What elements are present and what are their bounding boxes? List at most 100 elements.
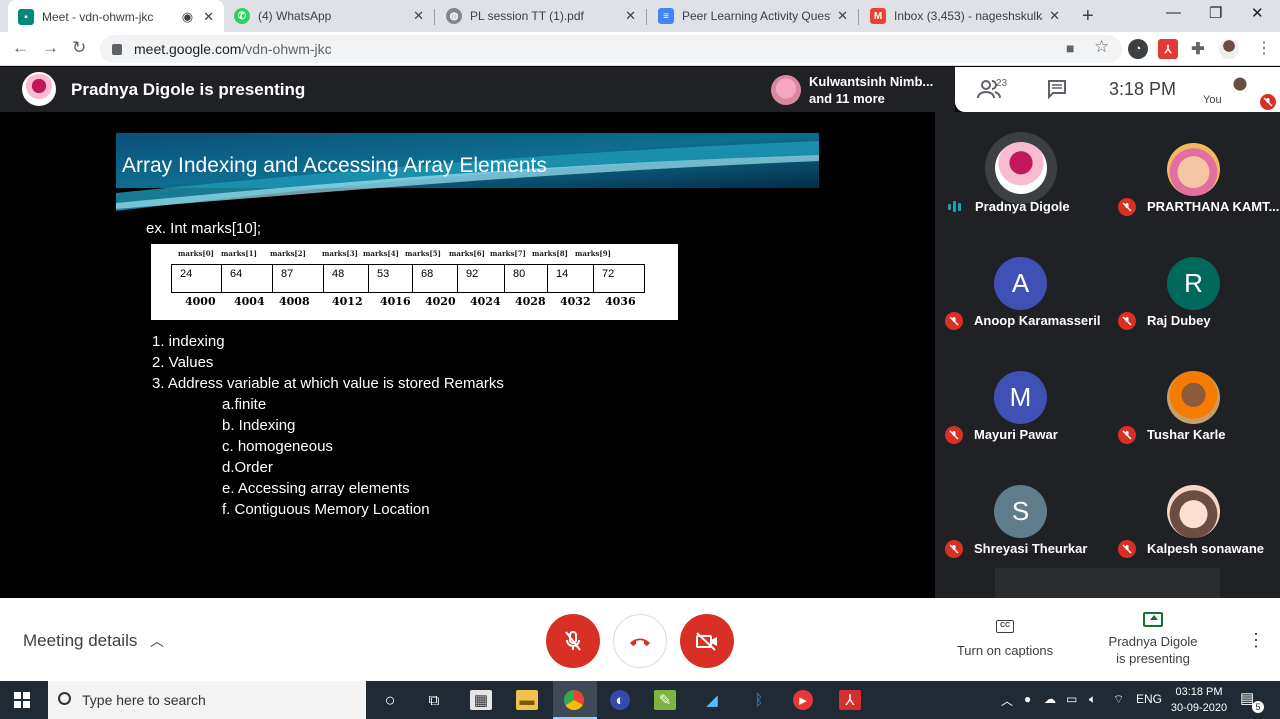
participant-tile[interactable]: S Shreyasi Theurkar [935,454,1107,568]
tab-separator [858,9,859,25]
participant-tile[interactable]: A Anoop Karamasseril [935,226,1107,340]
array-cell: 87 [273,265,324,292]
participant-tile[interactable]: Pradnya Digole [935,112,1107,226]
participant-name: Raj Dubey [1147,313,1211,328]
file-explorer-icon[interactable]: ▬ [516,690,538,710]
taskbar-search[interactable]: Type here to search [48,681,366,719]
menu-icon[interactable]: ⋮ [1256,38,1272,58]
avatar: S [994,485,1047,538]
address-label: 4012 [332,295,363,308]
close-tab-icon[interactable]: ✕ [1049,8,1060,24]
chevron-up-icon[interactable]: ︿ [150,631,164,651]
media-player-icon[interactable]: ▸ [793,690,813,710]
store-icon[interactable]: ▦ [470,690,492,710]
mic-toggle-button[interactable] [546,614,600,668]
cortana-icon[interactable]: ○ [379,690,401,710]
mic-off-icon [1118,540,1136,558]
address-bar[interactable]: meet.google.com /vdn-ohwm-jkc [100,35,1122,63]
lock-icon [112,43,122,55]
participant-tile[interactable]: M Mayuri Pawar [935,340,1107,454]
close-tab-icon[interactable]: ✕ [203,9,214,25]
avatar [1167,485,1220,538]
gmail-icon: M [870,8,886,24]
browser-toolbar: ← → ↻ meet.google.com /vdn-ohwm-jkc ■ ☆ … [0,32,1280,66]
docs-icon: ≡ [658,8,674,24]
whatsapp-icon: ✆ [234,8,250,24]
pdf-extension-icon[interactable]: ⅄ [1158,39,1178,59]
presenting-button[interactable]: Pradnya Digole is presenting [1100,612,1206,667]
tab-meet[interactable]: ▪ Meet - vdn-ohwm-jkc ◉ ✕ [8,0,224,34]
back-icon[interactable]: ← [12,38,29,58]
array-cell: 72 [602,268,615,280]
camera-icon[interactable]: ■ [1066,40,1074,56]
wifi-icon[interactable]: ⌔ [1113,692,1124,707]
volume-icon[interactable]: 🔈︎ [1089,692,1096,707]
minimize-icon[interactable]: — [1166,4,1181,21]
eclipse-icon[interactable]: ◐ [610,690,630,710]
participant-tile[interactable]: PRARTHANA KAMT... [1108,112,1280,226]
url-path: /vdn-ohwm-jkc [241,41,332,57]
close-tab-icon[interactable]: ✕ [625,8,636,24]
tab-title: Inbox (3,453) - nageshskulkarn [894,9,1044,23]
tab-forms[interactable]: ≡ Peer Learning Activity Question ✕ [648,0,858,32]
participant-tile[interactable]: Kalpesh sonawane [1108,454,1280,568]
meeting-details-button[interactable]: Meeting details [23,631,137,651]
chat-icon[interactable] [1047,79,1067,105]
presenting-line2: is presenting [1116,651,1190,666]
new-tab-button[interactable]: + [1082,5,1094,28]
slide-sublist: a.finite b. Indexing c. homogeneous d.Or… [222,394,430,520]
address-label: 4032 [560,295,591,308]
close-window-icon[interactable]: ✕ [1251,4,1264,22]
tab-title: Meet - vdn-ohwm-jkc [42,10,154,24]
array-cell: 53 [369,265,413,292]
tab-separator [646,9,647,25]
array-diagram: marks[0] marks[1] marks[2] marks[3] mark… [151,244,678,320]
profile-avatar[interactable] [1219,39,1239,59]
other-participants-chip[interactable]: Kulwantsinh Nimb... and 11 more [765,67,955,112]
cc-icon: CC [996,620,1014,633]
avatar [1167,143,1220,196]
mic-off-icon [1118,198,1136,216]
participant-tile[interactable]: R Raj Dubey [1108,226,1280,340]
notepad-plus-icon[interactable]: ✎ [654,690,676,710]
extension-icon[interactable]: ◔ [1128,39,1148,59]
language-indicator[interactable]: ENG [1136,692,1162,706]
bluetooth-icon[interactable]: ᛒ [748,690,770,710]
close-tab-icon[interactable]: ✕ [837,8,848,24]
camera-toggle-button[interactable] [680,614,734,668]
battery-icon[interactable]: ▭ [1066,692,1077,706]
mic-off-icon [945,312,963,330]
array-cell: 48 [324,265,369,292]
chrome-icon [564,690,584,710]
presenter-avatar [22,72,56,106]
tray-chevron-icon[interactable]: ︿ [1001,692,1013,709]
forward-icon[interactable]: → [42,38,59,58]
tab-title: (4) WhatsApp [258,9,332,23]
remote-desktop-icon[interactable]: ◢ [701,690,723,710]
present-screen-icon [1143,612,1163,627]
maximize-icon[interactable]: ❐ [1209,4,1222,22]
windows-taskbar: Type here to search ○ ⧉ ▦ ▬ ◐ ✎ ◢ ᛒ ▸ ⅄ … [0,681,1280,719]
acrobat-icon[interactable]: ⅄ [839,690,861,710]
star-icon[interactable]: ☆ [1094,37,1109,57]
participant-tile[interactable]: Tushar Karle [1108,340,1280,454]
mic-off-icon [945,426,963,444]
task-view-icon[interactable]: ⧉ [423,690,445,710]
participant-count: 23 [996,78,1008,89]
address-label: 4016 [380,295,411,308]
more-options-icon[interactable]: ⋮ [1247,630,1265,651]
leave-call-button[interactable] [613,614,667,668]
self-avatar[interactable] [1227,75,1253,101]
taskbar-clock[interactable]: 03:18 PM 30-09-2020 [1170,684,1228,716]
windows-start-icon[interactable] [14,692,30,708]
close-tab-icon[interactable]: ✕ [413,8,424,24]
puzzle-icon[interactable]: ✚ [1188,39,1208,59]
tab-whatsapp[interactable]: ✆ (4) WhatsApp ✕ [224,0,434,32]
tab-pdf[interactable]: ◍ PL session TT (1).pdf ✕ [436,0,646,32]
tray-cloud-icon[interactable]: ☁ [1044,692,1056,706]
tray-mic-icon[interactable]: ● [1024,692,1031,706]
captions-label: Turn on captions [956,643,1054,658]
tab-gmail[interactable]: M Inbox (3,453) - nageshskulkarn ✕ [860,0,1070,32]
captions-button[interactable]: CC Turn on captions [955,620,1055,658]
reload-icon[interactable]: ↻ [72,38,86,58]
